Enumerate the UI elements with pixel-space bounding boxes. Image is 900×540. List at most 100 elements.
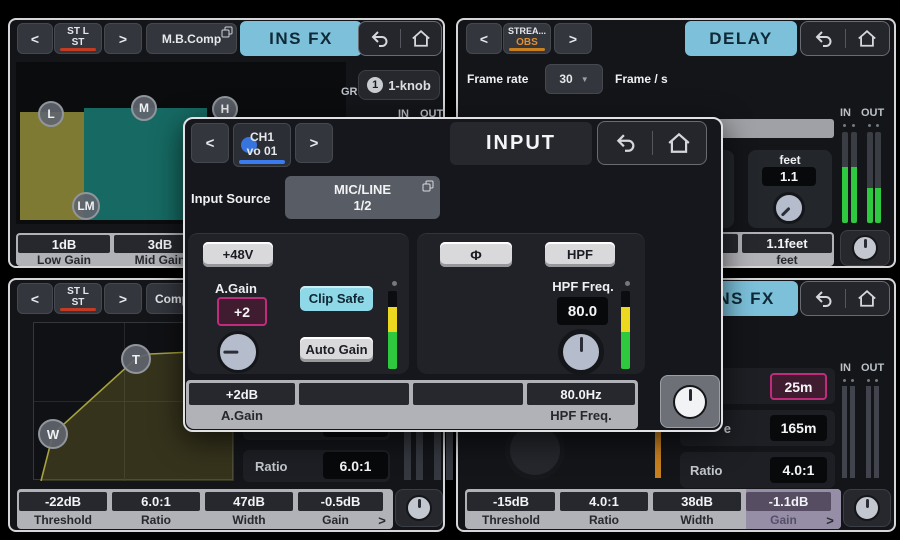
home-button[interactable]: [850, 282, 884, 315]
input-source-button[interactable]: MIC/LINE 1/2: [285, 176, 440, 219]
touch-and-turn-knob[interactable]: [843, 489, 891, 527]
gain-value[interactable]: -0.5dB: [298, 492, 383, 511]
parameter-strip: +2dB A.Gain 80.0Hz HPF Freq.: [186, 380, 638, 429]
hpf-strip-label: HPF Freq.: [527, 407, 635, 423]
prev-channel-button[interactable]: <: [17, 23, 53, 54]
hpf-freq-knob[interactable]: [558, 329, 604, 375]
chevron-right-icon: >: [119, 291, 127, 307]
width-label: Width: [653, 513, 741, 527]
nav-group: [800, 281, 890, 316]
undo-button[interactable]: [362, 22, 396, 55]
empty-strip-cell[interactable]: [413, 383, 523, 405]
touch-and-turn-knob[interactable]: [840, 230, 890, 266]
next-channel-button[interactable]: >: [295, 123, 333, 163]
preset-button[interactable]: M.B.Comp: [146, 23, 237, 54]
channel-color-bar: [60, 308, 96, 311]
low-gain-value[interactable]: 1dB: [18, 235, 110, 253]
width-handle[interactable]: W: [38, 419, 68, 449]
ratio-value[interactable]: 6.0:1: [323, 452, 388, 479]
feet-value[interactable]: 1.1: [762, 167, 816, 186]
frame-rate-label: Frame rate: [467, 72, 528, 86]
hpf-freq-label: HPF Freq.: [550, 279, 616, 294]
threshold-label: Threshold: [467, 513, 555, 527]
gain-value[interactable]: -1.1dB: [746, 492, 831, 511]
again-label: A.Gain: [204, 281, 268, 296]
hpf-strip-value[interactable]: 80.0Hz: [527, 383, 635, 405]
ratio-value[interactable]: 4.0:1: [560, 492, 648, 511]
mid-band-handle[interactable]: M: [131, 95, 157, 121]
selected-param-value[interactable]: 25m: [770, 373, 827, 400]
frame-rate-dropdown[interactable]: 30 ▼: [545, 64, 603, 94]
home-icon: [667, 132, 691, 154]
undo-icon: [369, 30, 389, 48]
input-dialog: < CH1 vo 01 > INPUT Input Source MIC/LIN…: [183, 117, 723, 432]
undo-button[interactable]: [806, 282, 840, 315]
prev-channel-button[interactable]: <: [466, 23, 502, 54]
again-knob[interactable]: [217, 331, 259, 373]
parameter-strip: -15dB Threshold 4.0:1 Ratio 38dB Width -…: [465, 489, 841, 529]
clip-safe-button[interactable]: Clip Safe: [300, 286, 373, 311]
channel-select-button[interactable]: ST LST: [54, 23, 102, 54]
nav-group: [800, 21, 890, 56]
home-button[interactable]: [662, 122, 696, 164]
in-meter-label: IN: [840, 362, 851, 374]
threshold-value[interactable]: -15dB: [467, 492, 555, 511]
chevron-left-icon: <: [206, 135, 215, 152]
phase-button[interactable]: Φ: [440, 242, 512, 267]
home-button[interactable]: [404, 22, 438, 55]
page-title: INS FX: [240, 21, 362, 56]
channel-color-bar: [239, 160, 285, 164]
hpf-button[interactable]: HPF: [545, 242, 615, 267]
threshold-label: Threshold: [19, 513, 107, 527]
feet-knob[interactable]: [773, 192, 805, 224]
touch-and-turn-knob[interactable]: [660, 375, 720, 428]
low-mid-crossover-handle[interactable]: LM: [72, 192, 100, 220]
in-meter-label: IN: [840, 107, 851, 119]
width-value[interactable]: 38dB: [653, 492, 741, 511]
undo-button[interactable]: [608, 122, 642, 164]
home-icon: [857, 289, 877, 308]
chevron-left-icon: <: [31, 31, 39, 47]
touch-and-turn-knob[interactable]: [395, 489, 443, 527]
low-band-handle[interactable]: L: [38, 101, 64, 127]
again-strip-label: A.Gain: [189, 407, 295, 423]
again-strip-value[interactable]: +2dB: [189, 383, 295, 405]
empty-strip-cell[interactable]: [299, 383, 409, 405]
prev-channel-button[interactable]: <: [191, 123, 229, 163]
undo-button[interactable]: [806, 22, 840, 55]
ratio-label: Ratio: [112, 513, 200, 527]
in-meter-r: [851, 132, 857, 223]
delay-feet-value[interactable]: 1.1feet: [742, 234, 832, 253]
ratio-row: Ratio 6.0:1: [243, 450, 390, 482]
next-channel-button[interactable]: >: [554, 23, 592, 54]
home-button[interactable]: [850, 22, 884, 55]
release-value[interactable]: 165m: [770, 415, 827, 441]
chevron-right-icon: >: [310, 135, 319, 152]
threshold-handle[interactable]: T: [121, 344, 151, 374]
ratio-value[interactable]: 6.0:1: [112, 492, 200, 511]
channel-select-button[interactable]: ST LST: [54, 283, 102, 314]
chevron-right-icon[interactable]: >: [823, 513, 837, 527]
next-channel-button[interactable]: >: [104, 23, 142, 54]
next-channel-button[interactable]: >: [104, 283, 142, 314]
prev-channel-button[interactable]: <: [17, 283, 53, 314]
width-value[interactable]: 47dB: [205, 492, 293, 511]
out-meter-label: OUT: [861, 362, 884, 374]
out-meter-r: [875, 132, 881, 223]
channel-select-button[interactable]: STREA... OBS: [503, 23, 551, 54]
hpf-freq-value[interactable]: 80.0: [557, 297, 608, 325]
ratio-value[interactable]: 4.0:1: [770, 457, 827, 483]
again-value[interactable]: +2: [217, 297, 267, 326]
chevron-left-icon: <: [480, 31, 488, 47]
again-level-meter: [388, 291, 397, 369]
chevron-right-icon[interactable]: >: [375, 513, 389, 527]
undo-icon: [813, 290, 833, 308]
phantom-48v-button[interactable]: +48V: [203, 242, 273, 267]
gain-label: Gain: [298, 513, 373, 527]
channel-select-button[interactable]: CH1 vo 01: [233, 123, 291, 167]
auto-gain-button[interactable]: Auto Gain: [300, 337, 373, 362]
one-knob-button[interactable]: 1 1-knob: [358, 70, 440, 100]
low-gain-label: Low Gain: [18, 253, 110, 266]
width-label: Width: [205, 513, 293, 527]
threshold-value[interactable]: -22dB: [19, 492, 107, 511]
